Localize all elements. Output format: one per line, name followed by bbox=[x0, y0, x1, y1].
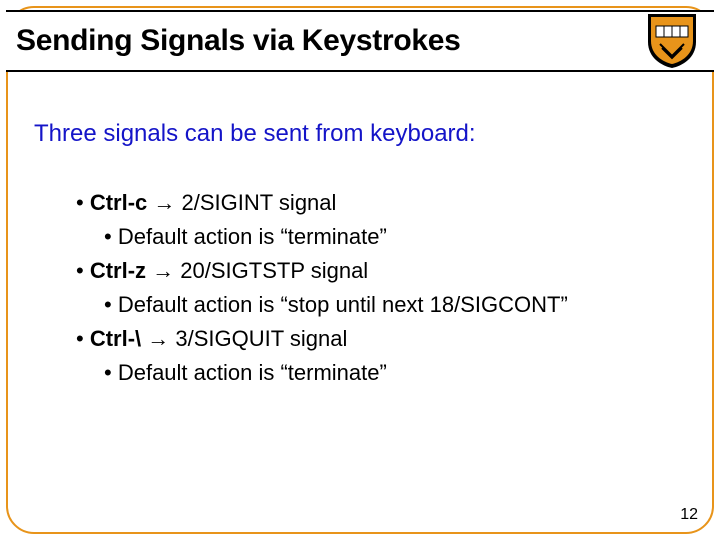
signal-label: 3/SIGQUIT signal bbox=[175, 326, 347, 351]
lead-text: Three signals can be sent from keyboard: bbox=[34, 120, 686, 148]
title-bar: Sending Signals via Keystrokes bbox=[6, 10, 714, 72]
page-number: 12 bbox=[680, 506, 698, 524]
keystroke-label: Ctrl-\ bbox=[90, 326, 141, 351]
bullet-sub-sigquit: Default action is “terminate” bbox=[76, 356, 686, 390]
bullet-sub-sigint: Default action is “terminate” bbox=[76, 220, 686, 254]
signal-label: 2/SIGINT signal bbox=[182, 190, 337, 215]
slide-content: Three signals can be sent from keyboard:… bbox=[34, 120, 686, 391]
bullet-item-sigint: Ctrl-c → 2/SIGINT signal bbox=[76, 186, 686, 220]
bullet-item-sigquit: Ctrl-\ → 3/SIGQUIT signal bbox=[76, 322, 686, 356]
slide-title: Sending Signals via Keystrokes bbox=[16, 24, 461, 58]
keystroke-label: Ctrl-c bbox=[90, 190, 147, 215]
bullet-list: Ctrl-c → 2/SIGINT signal Default action … bbox=[34, 186, 686, 391]
bullet-item-sigtstp: Ctrl-z → 20/SIGTSTP signal bbox=[76, 254, 686, 288]
signal-label: 20/SIGTSTP signal bbox=[180, 258, 368, 283]
princeton-shield-logo bbox=[642, 12, 702, 70]
keystroke-label: Ctrl-z bbox=[90, 258, 146, 283]
bullet-sub-sigtstp: Default action is “stop until next 18/SI… bbox=[76, 288, 686, 322]
arrow-icon: → bbox=[153, 190, 175, 215]
arrow-icon: → bbox=[147, 326, 169, 351]
arrow-icon: → bbox=[152, 258, 174, 283]
